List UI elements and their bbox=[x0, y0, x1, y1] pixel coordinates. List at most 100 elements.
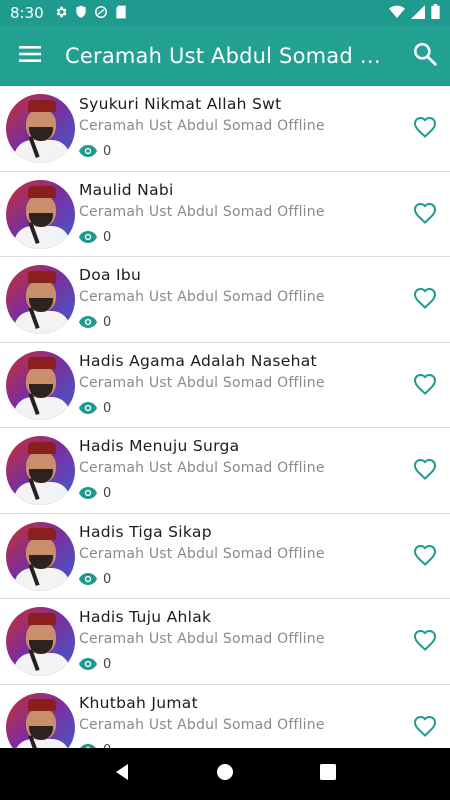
list-item-texts: Hadis Agama Adalah Nasehat Ceramah Ust A… bbox=[79, 351, 399, 418]
home-icon bbox=[216, 763, 234, 785]
list-item[interactable]: Khutbah Jumat Ceramah Ust Abdul Somad Of… bbox=[0, 685, 450, 748]
menu-button[interactable] bbox=[0, 26, 60, 86]
list-item-subtitle: Ceramah Ust Abdul Somad Offline bbox=[79, 716, 325, 733]
lecture-thumbnail bbox=[6, 265, 75, 334]
view-count-value: 0 bbox=[103, 400, 112, 416]
heart-icon bbox=[413, 373, 437, 399]
list-item-texts: Syukuri Nikmat Allah Swt Ceramah Ust Abd… bbox=[79, 94, 399, 161]
list-item[interactable]: Doa Ibu Ceramah Ust Abdul Somad Offline … bbox=[0, 257, 450, 343]
eye-icon bbox=[79, 228, 97, 247]
view-count: 0 bbox=[79, 313, 399, 332]
list-item-subtitle: Ceramah Ust Abdul Somad Offline bbox=[79, 631, 325, 647]
list-item-title: Hadis Tiga Sikap bbox=[79, 522, 212, 541]
list-item-title: Maulid Nabi bbox=[79, 180, 174, 199]
status-bar: 8:30 bbox=[0, 0, 450, 26]
page-title: Ceramah Ust Abdul Somad Offline bbox=[65, 44, 397, 68]
lecture-thumbnail bbox=[6, 521, 75, 591]
heart-icon bbox=[413, 715, 437, 741]
home-button[interactable] bbox=[205, 754, 245, 794]
eye-icon bbox=[79, 399, 97, 418]
list-item[interactable]: Syukuri Nikmat Allah Swt Ceramah Ust Abd… bbox=[0, 86, 450, 172]
list-item-texts: Khutbah Jumat Ceramah Ust Abdul Somad Of… bbox=[79, 693, 399, 748]
view-count: 0 bbox=[79, 228, 399, 247]
search-button[interactable] bbox=[400, 26, 450, 86]
gear-icon bbox=[54, 4, 68, 23]
list-item-subtitle: Ceramah Ust Abdul Somad Offline bbox=[79, 118, 325, 134]
list-item-texts: Maulid Nabi Ceramah Ust Abdul Somad Offl… bbox=[79, 180, 399, 247]
view-count-value: 0 bbox=[103, 229, 112, 245]
view-count-value: 0 bbox=[103, 571, 112, 587]
lecture-thumbnail bbox=[6, 436, 75, 505]
list-item[interactable]: Maulid Nabi Ceramah Ust Abdul Somad Offl… bbox=[0, 172, 450, 257]
lecture-thumbnail bbox=[6, 692, 75, 748]
view-count-value: 0 bbox=[103, 657, 112, 672]
list-item-texts: Doa Ibu Ceramah Ust Abdul Somad Offline … bbox=[79, 265, 399, 332]
view-count: 0 bbox=[79, 741, 399, 748]
shield-icon bbox=[75, 4, 87, 23]
favorite-button[interactable] bbox=[412, 373, 438, 399]
heart-icon bbox=[413, 287, 437, 313]
eye-icon bbox=[79, 484, 97, 503]
app-screen: 8:30 Ceramah Ust Abdul Somad Offline Syu… bbox=[0, 0, 450, 800]
hamburger-menu-icon bbox=[19, 45, 41, 67]
eye-icon bbox=[79, 142, 97, 161]
view-count: 0 bbox=[79, 142, 399, 161]
list-item-title: Khutbah Jumat bbox=[79, 693, 198, 712]
view-count-value: 0 bbox=[103, 486, 112, 501]
favorite-button[interactable] bbox=[412, 715, 438, 741]
list-item-subtitle: Ceramah Ust Abdul Somad Offline bbox=[79, 203, 325, 220]
list-item-subtitle: Ceramah Ust Abdul Somad Offline bbox=[79, 374, 325, 391]
eye-icon bbox=[79, 570, 97, 589]
heart-icon bbox=[413, 202, 437, 228]
list-item[interactable]: Hadis Agama Adalah Nasehat Ceramah Ust A… bbox=[0, 343, 450, 428]
heart-icon bbox=[413, 544, 437, 570]
back-icon bbox=[113, 763, 131, 785]
list-item-subtitle: Ceramah Ust Abdul Somad Offline bbox=[79, 545, 325, 562]
list-item[interactable]: Hadis Tiga Sikap Ceramah Ust Abdul Somad… bbox=[0, 514, 450, 599]
list-item-texts: Hadis Tiga Sikap Ceramah Ust Abdul Somad… bbox=[79, 522, 399, 589]
eye-icon bbox=[79, 655, 97, 674]
back-button[interactable] bbox=[102, 754, 142, 794]
list-item-title: Hadis Menuju Surga bbox=[79, 437, 240, 455]
status-time: 8:30 bbox=[10, 4, 44, 22]
eye-icon bbox=[79, 741, 97, 748]
favorite-button[interactable] bbox=[412, 629, 438, 655]
list-item-title: Doa Ibu bbox=[79, 266, 142, 284]
list-item-texts: Hadis Menuju Surga Ceramah Ust Abdul Som… bbox=[79, 436, 399, 503]
heart-icon bbox=[413, 629, 437, 655]
lecture-thumbnail bbox=[6, 179, 75, 249]
favorite-button[interactable] bbox=[412, 458, 438, 484]
lecture-thumbnail bbox=[6, 350, 75, 420]
search-icon bbox=[412, 41, 438, 71]
list-item-title: Hadis Tuju Ahlak bbox=[79, 608, 212, 626]
view-count-value: 0 bbox=[103, 315, 112, 330]
view-count-value: 0 bbox=[103, 144, 112, 159]
navigation-bar bbox=[0, 748, 450, 800]
view-count: 0 bbox=[79, 655, 399, 674]
list-item-title: Syukuri Nikmat Allah Swt bbox=[79, 95, 282, 113]
recents-icon bbox=[320, 764, 337, 784]
lecture-thumbnail bbox=[6, 607, 75, 676]
sd-card-icon bbox=[115, 4, 127, 23]
favorite-button[interactable] bbox=[412, 287, 438, 313]
list-item[interactable]: Hadis Tuju Ahlak Ceramah Ust Abdul Somad… bbox=[0, 599, 450, 685]
eye-icon bbox=[79, 313, 97, 332]
recents-button[interactable] bbox=[308, 754, 348, 794]
signal-icon bbox=[411, 4, 425, 23]
list-item-subtitle: Ceramah Ust Abdul Somad Offline bbox=[79, 460, 325, 476]
view-count: 0 bbox=[79, 399, 399, 418]
heart-icon bbox=[413, 116, 437, 142]
list-item-title: Hadis Agama Adalah Nasehat bbox=[79, 351, 317, 370]
favorite-button[interactable] bbox=[412, 544, 438, 570]
sync-icon bbox=[94, 4, 108, 23]
view-count: 0 bbox=[79, 570, 399, 589]
status-left-icons bbox=[54, 4, 127, 23]
favorite-button[interactable] bbox=[412, 202, 438, 228]
status-right-icons bbox=[389, 3, 440, 23]
list-item[interactable]: Hadis Menuju Surga Ceramah Ust Abdul Som… bbox=[0, 428, 450, 514]
favorite-button[interactable] bbox=[412, 116, 438, 142]
heart-icon bbox=[413, 458, 437, 484]
wifi-icon bbox=[389, 4, 405, 23]
list-item-texts: Hadis Tuju Ahlak Ceramah Ust Abdul Somad… bbox=[79, 607, 399, 674]
list-item-subtitle: Ceramah Ust Abdul Somad Offline bbox=[79, 289, 325, 305]
